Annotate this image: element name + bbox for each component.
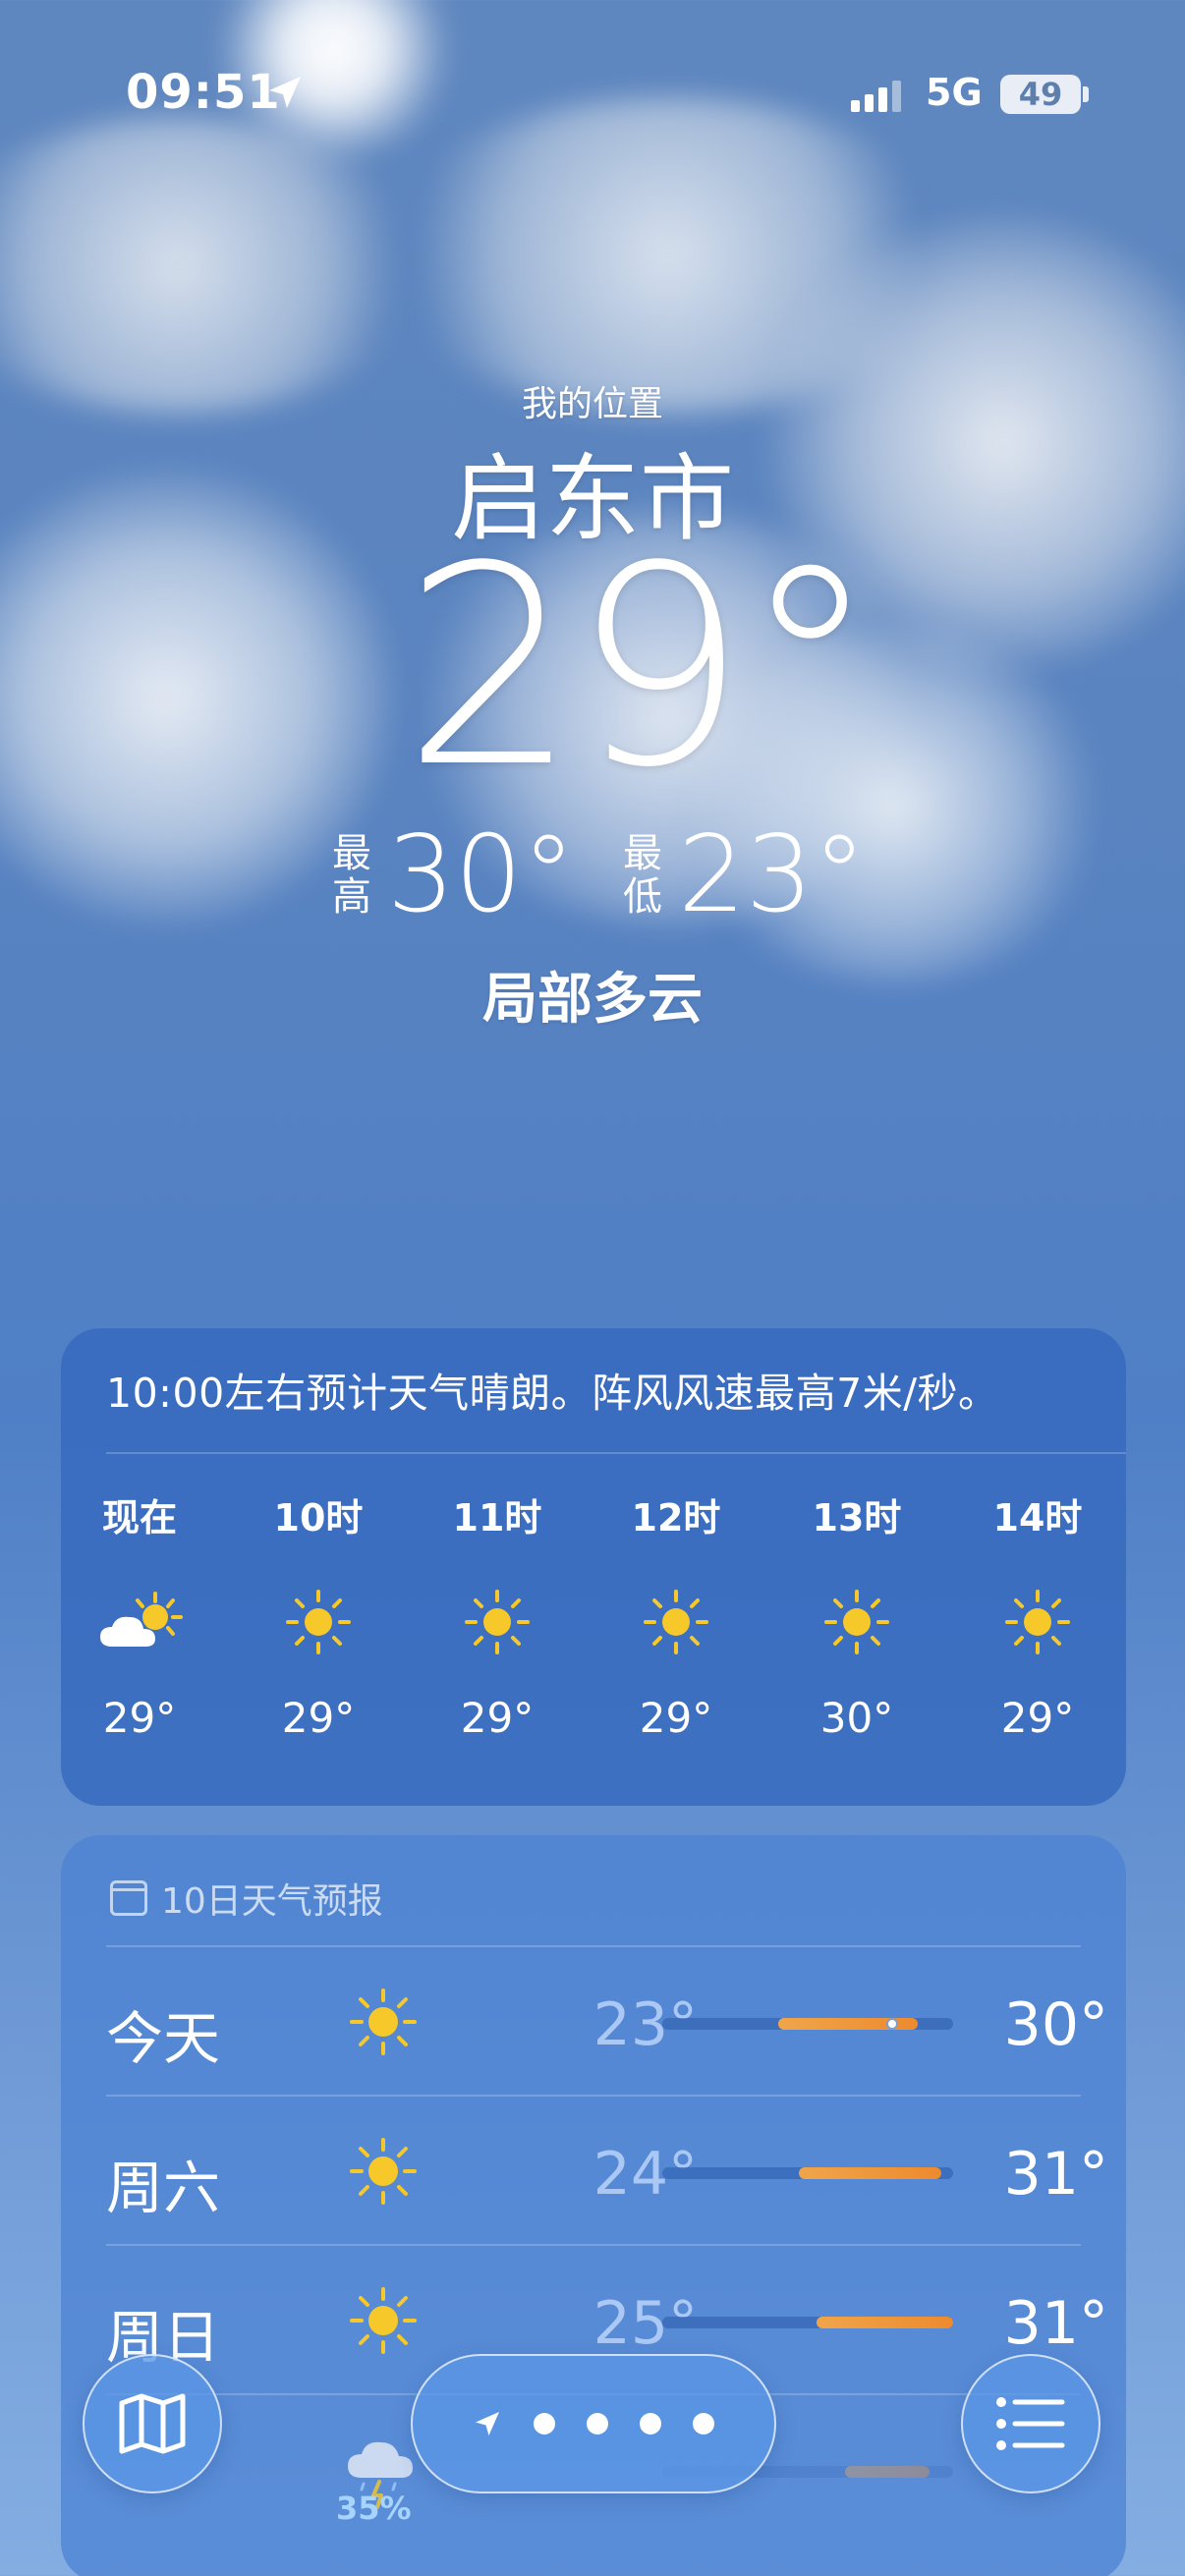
card-divider <box>106 1452 1126 1454</box>
signal-icon <box>851 81 901 112</box>
status-time: 09:51 <box>126 65 281 120</box>
hour-temp: 29° <box>281 1694 356 1742</box>
hour-item: 现在 29° <box>71 1487 208 1742</box>
sun-icon <box>969 1588 1106 1656</box>
hour-item: 11时 29° <box>428 1487 566 1742</box>
hour-label: 13时 <box>812 1496 902 1540</box>
sun-icon <box>350 2287 417 2354</box>
day-label: 周六 <box>106 2155 221 2221</box>
hour-label: 现在 <box>101 1496 177 1540</box>
hour-temp: 30° <box>819 1694 894 1742</box>
page-dot[interactable] <box>693 2413 714 2435</box>
map-icon <box>119 2393 186 2454</box>
low-temp: 23° <box>678 813 867 936</box>
high-temp: 30° <box>387 813 576 936</box>
daily-forecast-header: 10日天气预报 <box>110 1873 383 1924</box>
page-dot[interactable] <box>640 2413 661 2435</box>
list-button[interactable] <box>961 2354 1100 2493</box>
high-temp-group: 最高 30° <box>330 821 575 929</box>
day-high: 30° <box>1003 1990 1108 2059</box>
temp-range-track <box>662 2018 953 2030</box>
forecast-summary: 10:00左右预计天气晴朗。阵风风速最高7米/秒。 <box>106 1370 999 1417</box>
page-dot[interactable] <box>587 2413 608 2435</box>
daily-forecast-title: 10日天气预报 <box>161 1881 383 1922</box>
sun-icon <box>428 1588 566 1656</box>
hour-temp: 29° <box>460 1694 535 1742</box>
list-icon <box>996 2397 1065 2450</box>
hour-item: 12时 29° <box>607 1487 745 1742</box>
day-row[interactable]: 周六 24° 31° <box>61 2097 1126 2244</box>
location-arrow-icon[interactable] <box>473 2409 502 2438</box>
day-row[interactable]: 今天 23° 30° <box>61 1947 1126 2095</box>
high-label: 最高 <box>332 831 371 920</box>
hour-item: 14时 29° <box>969 1487 1106 1742</box>
hour-label: 11时 <box>452 1496 542 1540</box>
network-type: 5G <box>926 71 983 114</box>
day-label: 今天 <box>106 2005 221 2072</box>
low-temp-group: 最低 23° <box>621 821 866 929</box>
sun-icon <box>350 1988 417 2055</box>
current-temp-dot <box>885 2018 898 2030</box>
page-dot[interactable] <box>534 2413 555 2435</box>
hour-label: 12时 <box>631 1496 721 1540</box>
temp-range-track <box>662 2167 953 2179</box>
battery-indicator: 49 <box>1000 75 1081 114</box>
hour-temp: 29° <box>102 1694 177 1742</box>
hourly-forecast-card[interactable]: 10:00左右预计天气晴朗。阵风风速最高7米/秒。 现在 29° 10时 29°… <box>61 1328 1126 1806</box>
sun-icon <box>788 1588 926 1656</box>
temp-range-fill <box>845 2466 931 2478</box>
hour-item: 10时 29° <box>250 1487 387 1742</box>
map-button[interactable] <box>83 2354 222 2493</box>
sun-icon <box>607 1588 745 1656</box>
calendar-icon <box>110 1880 147 1916</box>
rain-chance: 35% <box>336 2490 412 2527</box>
hour-temp: 29° <box>639 1694 713 1742</box>
location-subtitle: 我的位置 <box>521 384 663 424</box>
location-arrow-icon <box>269 77 301 108</box>
hour-label: 10时 <box>273 1496 364 1540</box>
current-temperature: 29° <box>403 508 878 828</box>
weather-condition: 局部多云 <box>482 968 703 1032</box>
hour-label: 14时 <box>992 1496 1083 1540</box>
sun-icon <box>250 1588 387 1656</box>
low-label: 最低 <box>623 831 662 920</box>
battery-tip <box>1083 86 1089 102</box>
temp-range-track <box>662 2317 953 2328</box>
sun-icon <box>350 2138 417 2205</box>
day-high: 31° <box>1003 2140 1108 2209</box>
hour-temp: 29° <box>1000 1694 1075 1742</box>
hour-item: 13时 30° <box>788 1487 926 1742</box>
day-high: 31° <box>1003 2289 1108 2358</box>
partly-cloudy-icon <box>71 1588 208 1656</box>
page-indicator[interactable] <box>411 2354 776 2493</box>
